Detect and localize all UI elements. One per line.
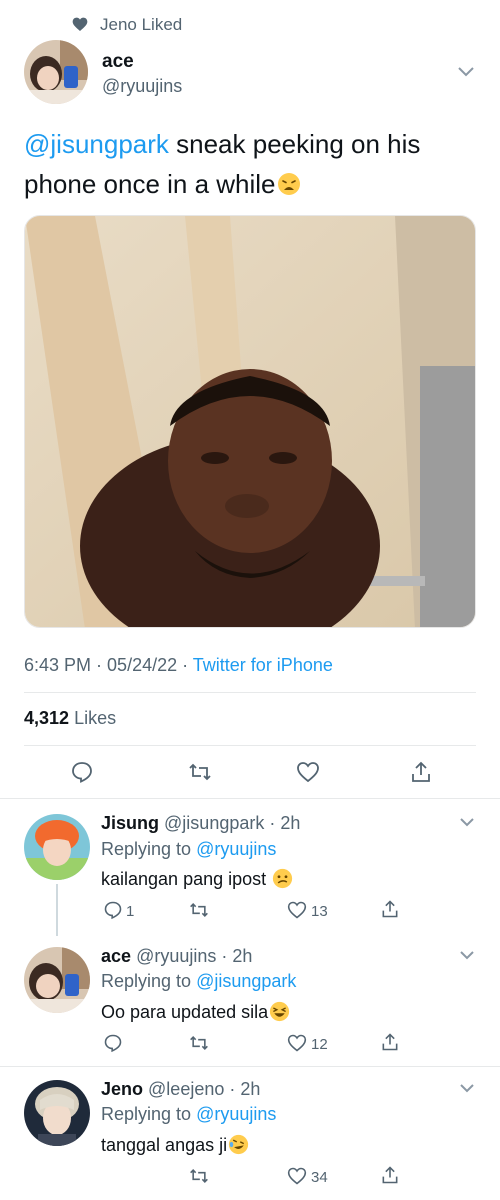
tweet-date: 05/24/22: [107, 655, 178, 675]
reply-icon[interactable]: [103, 1033, 123, 1053]
share-icon[interactable]: [409, 760, 433, 784]
retweet-icon[interactable]: [189, 1033, 209, 1053]
tweet-media-image[interactable]: [24, 215, 476, 628]
reply-header[interactable]: Jeno @leejeno · 2h: [101, 1079, 260, 1100]
divider: [24, 692, 476, 693]
replying-to: Replying to @ryuujins: [101, 839, 276, 860]
chevron-down-icon[interactable]: [459, 950, 475, 961]
confused-face-emoji-icon: [273, 868, 293, 889]
chevron-down-icon[interactable]: [459, 1083, 475, 1094]
chevron-down-icon[interactable]: [459, 817, 475, 828]
reply-body: tanggal angas ji: [101, 1135, 228, 1155]
heart-icon: [72, 17, 88, 31]
reply-author-name[interactable]: ace: [101, 946, 131, 966]
social-context-label: Jeno Liked: [100, 15, 183, 34]
divider: [0, 798, 500, 799]
reply-header[interactable]: ace @ryuujins · 2h: [101, 946, 252, 967]
chevron-down-icon[interactable]: [457, 66, 475, 78]
like-count: 13: [311, 903, 328, 920]
reply-text: kailangan pang ipost: [101, 868, 293, 890]
avatar[interactable]: [24, 814, 90, 880]
like-icon[interactable]: [296, 760, 320, 784]
likes-label: Likes: [74, 708, 117, 728]
tweet-time: 6:43 PM: [24, 655, 92, 675]
share-icon[interactable]: [380, 1165, 400, 1185]
reply-body: kailangan pang ipost: [101, 869, 267, 889]
avatar[interactable]: [24, 947, 90, 1013]
divider: [24, 745, 476, 746]
laughing-face-emoji-icon: [270, 1001, 290, 1022]
avatar[interactable]: [24, 1080, 90, 1146]
like-icon[interactable]: [287, 1166, 307, 1186]
tweet-source-link[interactable]: Twitter for iPhone: [193, 655, 333, 675]
like-icon[interactable]: [287, 1033, 307, 1053]
reply-author-handle[interactable]: @ryuujins: [136, 946, 216, 966]
author-name[interactable]: ace: [102, 51, 134, 73]
reply-time: 2h: [240, 1079, 261, 1099]
retweet-icon[interactable]: [189, 900, 209, 920]
tweet-text: @jisungpark sneak peeking on his phone o…: [24, 124, 474, 204]
reply-count: 1: [126, 903, 135, 920]
replying-to-label: Replying to: [101, 971, 192, 991]
reply-author-handle[interactable]: @jisungpark: [164, 813, 264, 833]
reply-text: Oo para updated sila: [101, 1001, 290, 1023]
like-count: 34: [311, 1169, 328, 1186]
replying-to-mention[interactable]: @ryuujins: [196, 1104, 276, 1124]
replying-to-mention[interactable]: @ryuujins: [196, 839, 276, 859]
replying-to-mention[interactable]: @jisungpark: [196, 971, 296, 991]
replying-to: Replying to @jisungpark: [101, 971, 296, 992]
weary-face-emoji-icon: [277, 173, 300, 195]
reply-time: 2h: [280, 813, 301, 833]
reply-icon[interactable]: [70, 760, 94, 784]
retweet-icon[interactable]: [189, 1166, 209, 1186]
replying-to: Replying to @ryuujins: [101, 1104, 276, 1125]
share-icon[interactable]: [380, 1032, 400, 1052]
reply-body: Oo para updated sila: [101, 1002, 269, 1022]
like-icon[interactable]: [287, 900, 307, 920]
share-icon[interactable]: [380, 899, 400, 919]
likes-stat[interactable]: 4,312 Likes: [24, 708, 116, 729]
divider: [0, 1066, 500, 1067]
reply-icon[interactable]: [103, 900, 123, 920]
replying-to-label: Replying to: [101, 839, 192, 859]
replying-to-label: Replying to: [101, 1104, 192, 1124]
author-handle[interactable]: @ryuujins: [102, 76, 182, 97]
thread-line: [56, 884, 58, 936]
reply-author-name[interactable]: Jisung: [101, 813, 159, 833]
rolling-laughing-emoji-icon: [228, 1134, 249, 1155]
like-count: 12: [311, 1036, 328, 1053]
mention-link[interactable]: @jisungpark: [24, 129, 169, 159]
reply-author-handle[interactable]: @leejeno: [148, 1079, 224, 1099]
reply-header[interactable]: Jisung @jisungpark · 2h: [101, 813, 300, 834]
reply-author-name[interactable]: Jeno: [101, 1079, 143, 1099]
reply-time: 2h: [232, 946, 253, 966]
tweet-timestamp[interactable]: 6:43 PM · 05/24/22 · Twitter for iPhone: [24, 655, 333, 676]
retweet-icon[interactable]: [188, 760, 212, 784]
reply-text: tanggal angas ji: [101, 1134, 249, 1156]
avatar[interactable]: [24, 40, 88, 104]
likes-count: 4,312: [24, 708, 70, 728]
